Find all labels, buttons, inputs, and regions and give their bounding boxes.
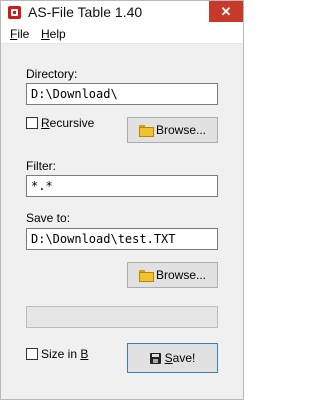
folder-icon (138, 270, 154, 282)
save-to-input[interactable]: D:\Download\test.TXT (26, 228, 218, 250)
size-in-bytes-checkbox[interactable]: Size in B (26, 347, 88, 361)
directory-label: Directory: (26, 67, 78, 81)
floppy-disk-icon (149, 352, 161, 364)
recursive-checkbox[interactable]: Recursive (26, 116, 94, 130)
app-window: AS-File Table 1.40 ✕ File Help Directory… (0, 0, 244, 400)
close-icon[interactable]: ✕ (209, 1, 243, 22)
directory-browse-label: Browse... (155, 123, 206, 137)
save-to-browse-label: Browse... (155, 268, 206, 282)
folder-icon (138, 125, 154, 137)
save-to-label: Save to: (26, 211, 71, 225)
menu-help-label: elp (49, 27, 66, 41)
menu-file[interactable]: File (10, 27, 29, 41)
menu-file-label: ile (17, 27, 30, 41)
save-to-browse-button[interactable]: Browse... (127, 262, 218, 288)
directory-input[interactable]: D:\Download\ (26, 83, 218, 105)
title-bar[interactable]: AS-File Table 1.40 ✕ (1, 1, 243, 26)
directory-browse-button[interactable]: Browse... (127, 117, 218, 143)
size-in-bytes-label: Size in B (41, 347, 89, 361)
filter-input[interactable]: *.* (26, 175, 218, 197)
recursive-label: Recursive (41, 116, 95, 130)
menu-help-mnemonic: H (41, 27, 50, 41)
filter-label: Filter: (26, 159, 56, 173)
menu-bar: File Help (1, 26, 243, 44)
progress-bar (26, 306, 218, 328)
menu-help[interactable]: Help (41, 27, 66, 41)
save-button[interactable]: Save! (127, 343, 218, 373)
size-in-bytes-checkbox-box[interactable] (26, 348, 38, 360)
save-button-label: Save! (164, 351, 196, 365)
app-icon[interactable] (8, 6, 21, 19)
recursive-checkbox-box[interactable] (26, 117, 38, 129)
window-title: AS-File Table 1.40 (28, 4, 143, 20)
